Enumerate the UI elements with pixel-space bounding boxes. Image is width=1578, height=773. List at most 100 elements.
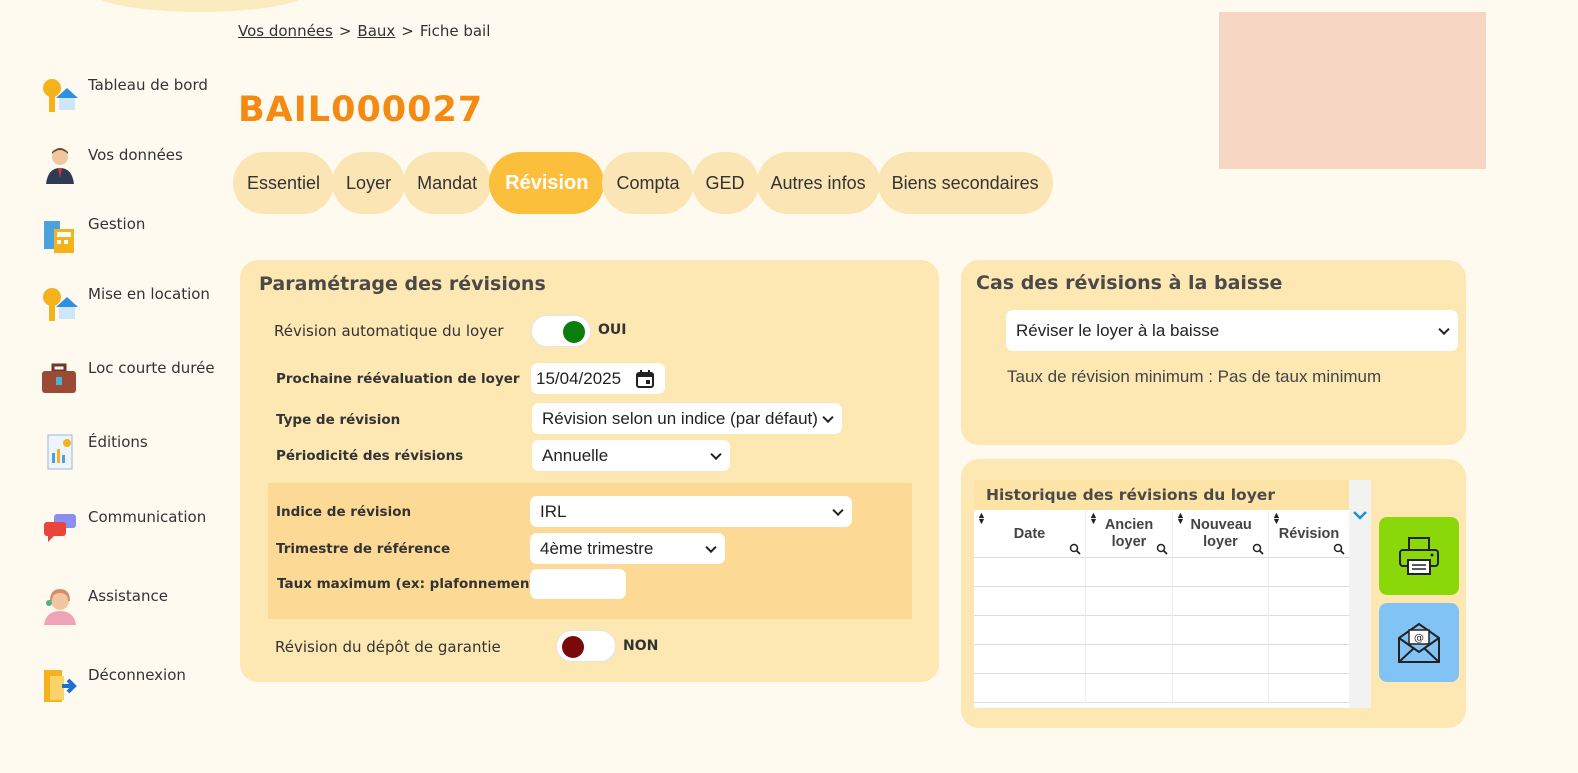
tab-mandat[interactable]: Mandat (403, 152, 492, 214)
chevron-down-icon[interactable] (1353, 510, 1367, 520)
chevron-down-icon (705, 541, 717, 553)
deposit-revision-label: Révision du dépôt de garantie (275, 638, 501, 656)
column-new-rent[interactable]: ▲ ▼ Nouveau loyer (1173, 510, 1269, 558)
column-date[interactable]: ▲ ▼ Date (974, 510, 1086, 558)
sidebar-item-assistance[interactable]: Assistance (40, 587, 168, 627)
tab-ged[interactable]: GED (691, 152, 759, 214)
search-icon[interactable] (1252, 543, 1264, 555)
sidebar-item-label: Gestion (88, 215, 146, 233)
revision-settings-panel: Paramétrage des révisions Révision autom… (240, 260, 939, 682)
chevron-down-icon (710, 448, 722, 460)
sidebar-item-management[interactable]: Gestion (40, 215, 145, 255)
breadcrumb-link-data[interactable]: Vos données (238, 22, 333, 40)
table-cell (1086, 674, 1173, 703)
toggle-knob (562, 636, 584, 658)
search-icon[interactable] (1333, 543, 1345, 555)
support-agent-icon (44, 589, 76, 625)
breadcrumb-link-leases[interactable]: Baux (357, 22, 395, 40)
sidebar-item-label: Vos données (88, 146, 183, 164)
sidebar-item-dashboard[interactable]: Tableau de bord (40, 76, 208, 116)
revision-index-select[interactable]: IRL (530, 496, 852, 527)
breadcrumb: Vos données > Baux > Fiche bail (238, 22, 490, 40)
periodicity-value: Annuelle (542, 445, 609, 465)
history-title: Historique des révisions du loyer (974, 480, 1349, 510)
breadcrumb-current: Fiche bail (419, 22, 491, 40)
sidebar-item-communication[interactable]: Communication (40, 508, 206, 548)
panel-title: Cas des révisions à la baisse (976, 272, 1283, 294)
sidebar: Tableau de bord Vos données Gestion Mise… (0, 0, 225, 773)
revision-type-select[interactable]: Révision selon un indice (par défaut) (532, 403, 842, 434)
reference-quarter-select[interactable]: 4ème trimestre (530, 533, 725, 564)
tab-loyer[interactable]: Loyer (332, 152, 406, 214)
sort-icon[interactable]: ▲ ▼ (977, 511, 986, 526)
email-button[interactable]: @ (1379, 603, 1459, 682)
revision-type-value: Révision selon un indice (par défaut) (542, 408, 818, 428)
panel-title: Paramétrage des révisions (259, 273, 546, 295)
tab-biens-secondaires[interactable]: Biens secondaires (877, 152, 1053, 214)
sort-icon[interactable]: ▲ ▼ (1272, 511, 1281, 526)
revision-index-value: IRL (540, 501, 567, 521)
calendar-icon[interactable] (635, 369, 655, 389)
periodicity-label: Périodicité des révisions (276, 448, 464, 464)
column-old-rent[interactable]: ▲ ▼ Ancien loyer (1086, 510, 1173, 558)
banner-placeholder (1219, 12, 1486, 169)
table-cell (1086, 645, 1173, 674)
logout-icon (44, 670, 77, 702)
max-rate-input[interactable] (530, 569, 626, 599)
print-button[interactable] (1379, 517, 1459, 595)
sidebar-item-label: Mise en location (88, 285, 210, 303)
auto-revision-toggle[interactable] (531, 315, 591, 347)
table-cell (974, 616, 1086, 645)
table-cell (1173, 558, 1269, 587)
history-scrollbar[interactable] (1349, 480, 1371, 708)
suitcase-icon (42, 363, 76, 393)
search-icon[interactable] (1156, 543, 1168, 555)
printer-icon (1399, 537, 1439, 575)
auto-revision-label: Révision automatique du loyer (274, 322, 504, 340)
sidebar-item-data[interactable]: Vos données (40, 146, 183, 186)
table-cell (1173, 616, 1269, 645)
chevron-down-icon (832, 504, 844, 516)
sidebar-item-short-term[interactable]: Loc courte durée (40, 359, 215, 399)
house-key-icon (43, 79, 78, 112)
sidebar-item-editions[interactable]: Éditions (40, 433, 148, 473)
breadcrumb-separator: > (338, 22, 352, 40)
sidebar-item-label: Déconnexion (88, 666, 186, 684)
revision-type-label: Type de révision (276, 412, 401, 428)
table-row (974, 616, 1349, 645)
table-row (974, 587, 1349, 616)
periodicity-select[interactable]: Annuelle (532, 440, 730, 471)
table-row (974, 674, 1349, 703)
index-settings-section: Indice de révision IRL Trimestre de réfé… (268, 483, 912, 619)
table-cell (1086, 558, 1173, 587)
deposit-revision-toggle[interactable] (556, 630, 616, 662)
downward-revision-value: Réviser le loyer à la baisse (1016, 320, 1220, 340)
sidebar-item-label: Éditions (88, 433, 148, 451)
sidebar-item-label: Tableau de bord (88, 76, 208, 94)
sort-icon[interactable]: ▲ ▼ (1089, 511, 1098, 526)
sidebar-item-logout[interactable]: Déconnexion (40, 666, 186, 706)
tab-compta[interactable]: Compta (602, 152, 694, 214)
revision-history-panel: Historique des révisions du loyer ▲ ▼ Dat… (961, 459, 1466, 728)
deposit-revision-state: NON (623, 638, 659, 654)
chevron-down-icon (1438, 323, 1450, 335)
tab-essentiel[interactable]: Essentiel (233, 152, 335, 214)
next-reeval-date-input[interactable]: 15/04/2025 (531, 363, 665, 394)
search-icon[interactable] (1069, 543, 1081, 555)
sort-icon[interactable]: ▲ ▼ (1176, 511, 1185, 526)
tab-autres-infos[interactable]: Autres infos (756, 152, 880, 214)
toggle-knob (563, 321, 585, 343)
tab-revision[interactable]: Révision (489, 152, 605, 214)
page-title: BAIL000027 (238, 90, 484, 130)
revision-history-table: Historique des révisions du loyer ▲ ▼ Dat… (974, 480, 1371, 708)
column-label: Date (1013, 525, 1046, 542)
column-revision[interactable]: ▲ ▼ Révision (1269, 510, 1349, 558)
next-reeval-label: Prochaine réévaluation de loyer (276, 371, 520, 387)
downward-revision-select[interactable]: Réviser le loyer à la baisse (1006, 310, 1458, 351)
next-reeval-date-value: 15/04/2025 (536, 368, 622, 388)
table-cell (974, 645, 1086, 674)
revision-index-label: Indice de révision (276, 504, 412, 520)
svg-text:@: @ (1414, 633, 1424, 644)
sidebar-item-rental[interactable]: Mise en location (40, 285, 210, 325)
tab-bar: Essentiel Loyer Mandat Révision Compta G… (233, 152, 1053, 214)
